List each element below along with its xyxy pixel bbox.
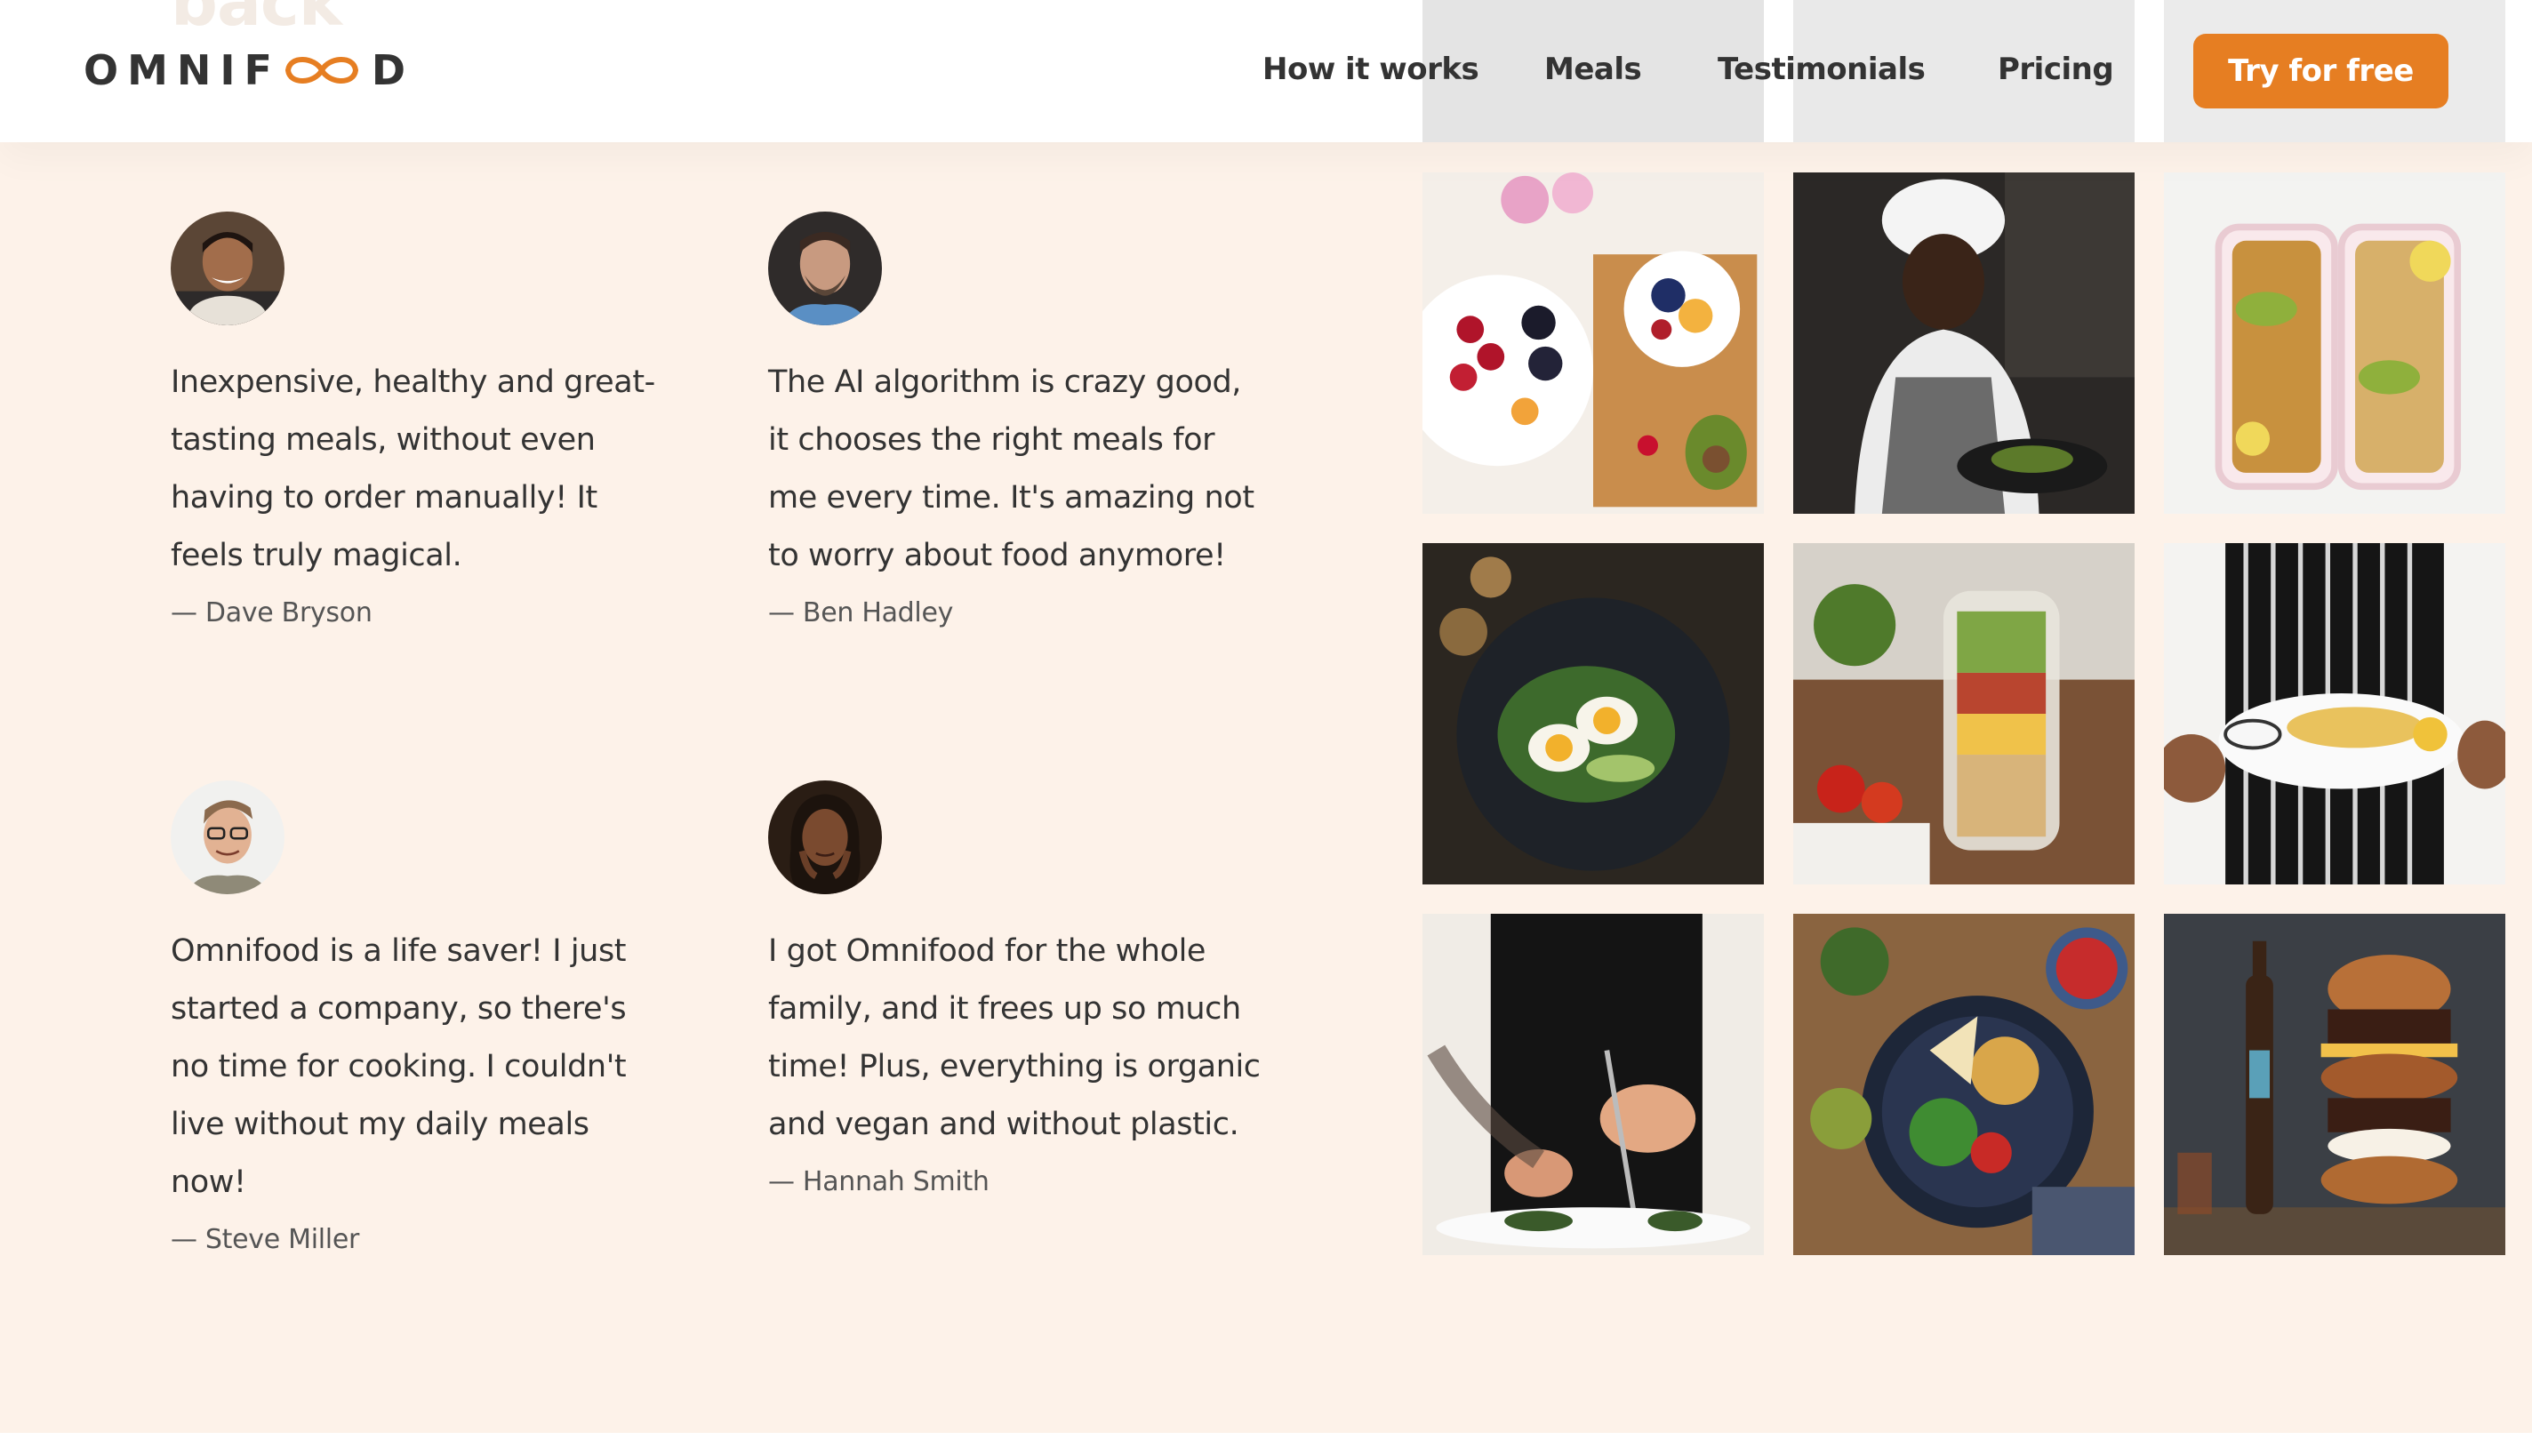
testimonial-quote: I got Omnifood for the whole family, and… <box>768 933 1261 1142</box>
section-heading-ghost: back <box>171 0 342 41</box>
testimonial-author: — Dave Bryson <box>171 597 373 628</box>
testimonial-card: Inexpensive, healthy and great-tasting m… <box>171 212 669 628</box>
section-bottom-edge <box>0 1433 2532 1456</box>
testimonial-author: — Ben Hadley <box>768 597 954 628</box>
avatar <box>171 780 284 894</box>
testimonials-section: Inexpensive, healthy and great-tasting m… <box>0 0 2532 1433</box>
meal-prep-boxes-photo <box>2164 172 2505 514</box>
gallery-grid <box>1422 0 2505 1257</box>
testimonial-quote: Inexpensive, healthy and great-tasting m… <box>171 364 655 573</box>
nav-link-meals[interactable]: Meals <box>1544 52 1642 87</box>
logo-text-left: OMNIF <box>84 46 281 94</box>
chickpea-salad-bowl-photo <box>1793 914 2135 1255</box>
infinity-icon <box>284 57 358 84</box>
egg-salad-plate-photo <box>1422 543 1764 884</box>
nav-link-testimonials[interactable]: Testimonials <box>1718 52 1926 87</box>
avatar <box>768 780 882 894</box>
testimonial-card: Omnifood is a life saver! I just started… <box>171 780 669 1255</box>
try-for-free-button[interactable]: Try for free <box>2193 34 2448 108</box>
plating-chef-photo <box>1422 914 1764 1255</box>
testimonial-quote: Omnifood is a life saver! I just started… <box>171 933 627 1200</box>
sticky-header: back OMNIF D How it works Meals Testimon… <box>0 0 2532 142</box>
testimonial-card: The AI algorithm is crazy good, it choos… <box>768 212 1266 628</box>
nav-link-how-it-works[interactable]: How it works <box>1262 52 1479 87</box>
omnifood-logo[interactable]: OMNIF D <box>84 43 414 98</box>
testimonial-card: I got Omnifood for the whole family, and… <box>768 780 1266 1197</box>
served-dish-photo <box>2164 543 2505 884</box>
layered-jar-salad-photo <box>1793 543 2135 884</box>
avatar <box>171 212 284 325</box>
testimonial-author: — Steve Miller <box>171 1224 360 1255</box>
nav-link-pricing[interactable]: Pricing <box>1998 52 2114 87</box>
testimonial-author: — Hannah Smith <box>768 1166 990 1197</box>
logo-text-right: D <box>371 46 415 94</box>
page: Inexpensive, healthy and great-tasting m… <box>0 0 2532 1456</box>
burger-stack-photo <box>2164 914 2505 1255</box>
fruit-bowl-photo <box>1422 172 1764 514</box>
avatar <box>768 212 882 325</box>
chef-cooking-photo <box>1793 172 2135 514</box>
testimonial-quote: The AI algorithm is crazy good, it choos… <box>768 364 1254 573</box>
